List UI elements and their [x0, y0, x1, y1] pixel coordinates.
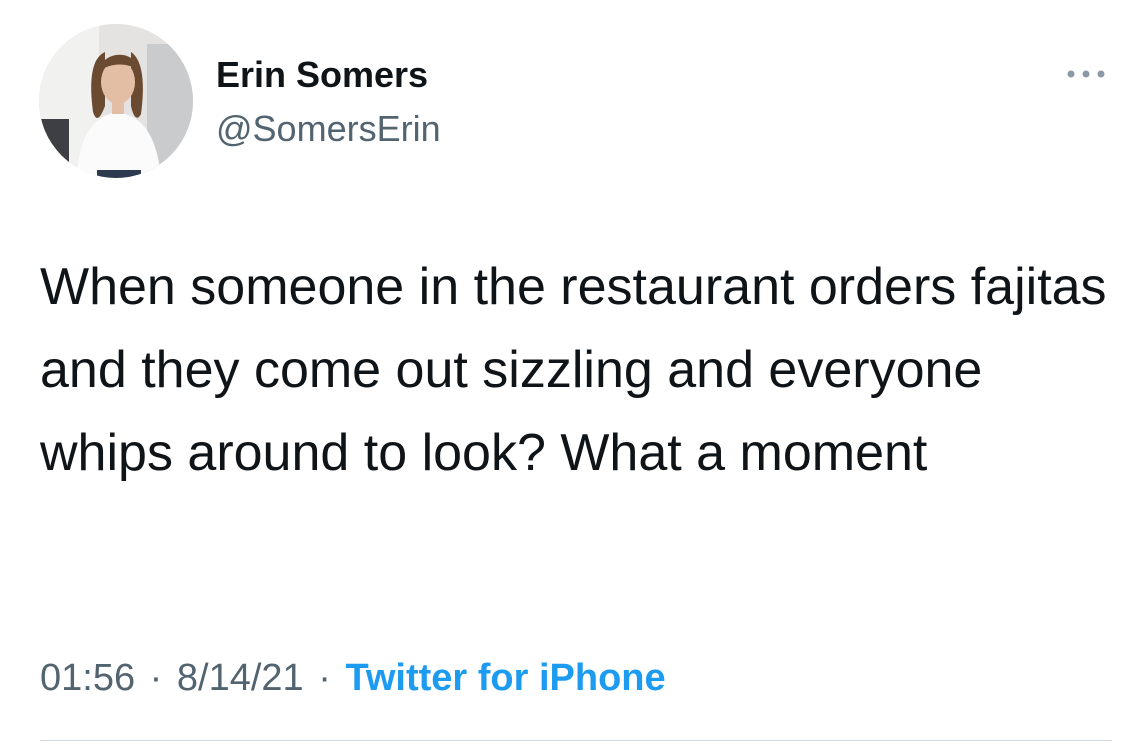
separator: · — [149, 657, 163, 699]
more-options-button[interactable] — [1060, 58, 1112, 90]
tweet-card: Erin Somers @SomersErin When someone in … — [0, 0, 1138, 744]
tweet-date[interactable]: 8/14/21 — [177, 657, 304, 699]
display-name[interactable]: Erin Somers — [216, 53, 428, 97]
avatar[interactable] — [39, 24, 193, 178]
user-handle[interactable]: @SomersErin — [216, 107, 441, 151]
tweet-text: When someone in the restaurant orders fa… — [40, 258, 1107, 482]
tweet-metadata: 01:56 · 8/14/21 · Twitter for iPhone — [40, 654, 666, 702]
more-horizontal-icon — [1067, 70, 1105, 78]
tweet-source-link[interactable]: Twitter for iPhone — [345, 657, 665, 699]
tweet-time[interactable]: 01:56 — [40, 657, 135, 699]
profile-photo — [39, 24, 193, 178]
divider — [40, 740, 1112, 741]
separator: · — [318, 657, 331, 699]
